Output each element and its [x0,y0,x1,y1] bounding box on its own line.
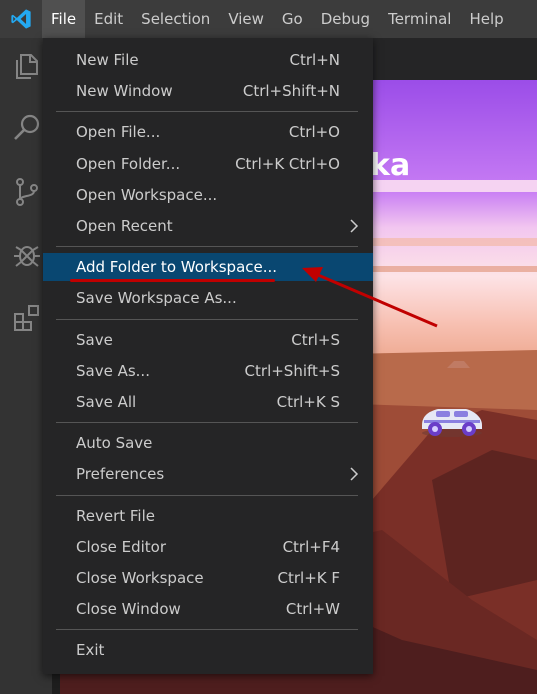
annotation-underline [70,279,275,282]
menu-item-label: Add Folder to Workspace... [76,258,278,277]
extensions-icon[interactable] [12,303,42,333]
menu-item-save-as[interactable]: Save As... Ctrl+Shift+S [43,357,373,385]
menu-item-label: Preferences [76,465,165,484]
menu-item-label: Close Editor [76,537,167,556]
menu-item-shortcut: Ctrl+S [291,330,340,349]
menu-item-label: Open Folder... [76,154,181,173]
menu-file[interactable]: File [42,0,86,38]
menu-item-shortcut: Ctrl+K Ctrl+O [235,154,340,173]
menu-separator [56,111,358,113]
menu-item-open-recent[interactable]: Open Recent [43,212,373,240]
menu-selection[interactable]: Selection [132,0,219,38]
menu-item-label: Auto Save [76,434,153,453]
menu-item-auto-save[interactable]: Auto Save [43,429,373,457]
menu-item-add-folder-to-workspace[interactable]: Add Folder to Workspace... [43,253,373,282]
menu-item-shortcut: Ctrl+F4 [282,537,340,556]
menu-help[interactable]: Help [460,0,512,38]
menu-separator [56,494,358,496]
menu-bar: File Edit Selection View Go Debug Terminal Help [0,0,537,38]
file-menu-dropdown: New File Ctrl+N New Window Ctrl+Shift+N Open… [43,38,373,674]
menu-item-label: Close Workspace [76,569,204,587]
menu-item-shortcut: Ctrl+N [289,51,340,69]
menu-separator [56,246,358,248]
menu-item-new-window[interactable]: New Window Ctrl+Shift+N [43,77,373,105]
menu-item-label: Save [76,330,113,349]
debug-icon[interactable] [12,239,42,269]
menu-terminal[interactable]: Terminal [379,0,460,38]
menu-item-shortcut: Ctrl+K F [277,569,341,587]
menu-item-shortcut: Ctrl+Shift+S [244,361,340,380]
source-control-icon[interactable] [12,177,42,207]
explorer-icon[interactable] [12,51,42,81]
menu-item-label: Close Window [76,600,181,619]
menu-item-label: Open Workspace... [76,185,218,204]
menu-item-label: New Window [76,82,173,101]
menu-item-shortcut: Ctrl+O [288,123,340,142]
menu-item-exit[interactable]: Exit [43,636,373,664]
vscode-logo-icon [0,0,42,38]
search-icon[interactable] [12,113,42,143]
menu-item-label: Exit [76,641,105,660]
menu-item-open-workspace[interactable]: Open Workspace... [43,181,373,209]
menu-item-shortcut: Ctrl+Shift+N [242,82,340,101]
menu-item-save-all[interactable]: Save All Ctrl+K S [43,388,373,416]
menu-item-close-window[interactable]: Close Window Ctrl+W [43,595,373,623]
menu-item-label: New File [76,51,139,69]
welcome-title: ka [370,148,411,183]
menu-item-revert-file[interactable]: Revert File [43,502,373,530]
menu-item-label: Save As... [76,361,150,380]
menu-item-save-workspace-as[interactable]: Save Workspace As... [43,284,373,312]
menu-item-preferences[interactable]: Preferences [43,460,373,488]
menu-item-close-workspace[interactable]: Close Workspace Ctrl+K F [43,564,373,592]
menu-item-save[interactable]: Save Ctrl+S [43,326,373,354]
menu-item-shortcut: Ctrl+W [285,600,340,619]
menu-item-label: Save All [76,393,137,411]
menu-debug[interactable]: Debug [312,0,379,38]
menu-item-label: Open Recent [76,217,173,235]
menu-item-new-file[interactable]: New File Ctrl+N [43,46,373,74]
menu-item-open-file[interactable]: Open File... Ctrl+O [43,118,373,146]
menu-item-close-editor[interactable]: Close Editor Ctrl+F4 [43,533,373,561]
menu-edit[interactable]: Edit [85,0,132,38]
menu-separator [56,318,358,320]
menu-go[interactable]: Go [273,0,312,38]
menu-item-open-folder[interactable]: Open Folder... Ctrl+K Ctrl+O [43,150,373,178]
chevron-right-icon [350,219,359,233]
menu-item-label: Open File... [76,123,161,142]
menu-item-label: Save Workspace As... [76,289,237,308]
menu-separator [56,422,358,424]
menu-item-label: Revert File [76,506,155,525]
menu-view[interactable]: View [219,0,273,38]
menu-item-shortcut: Ctrl+K S [276,393,340,411]
menu-separator [56,629,358,631]
chevron-right-icon [350,467,359,481]
